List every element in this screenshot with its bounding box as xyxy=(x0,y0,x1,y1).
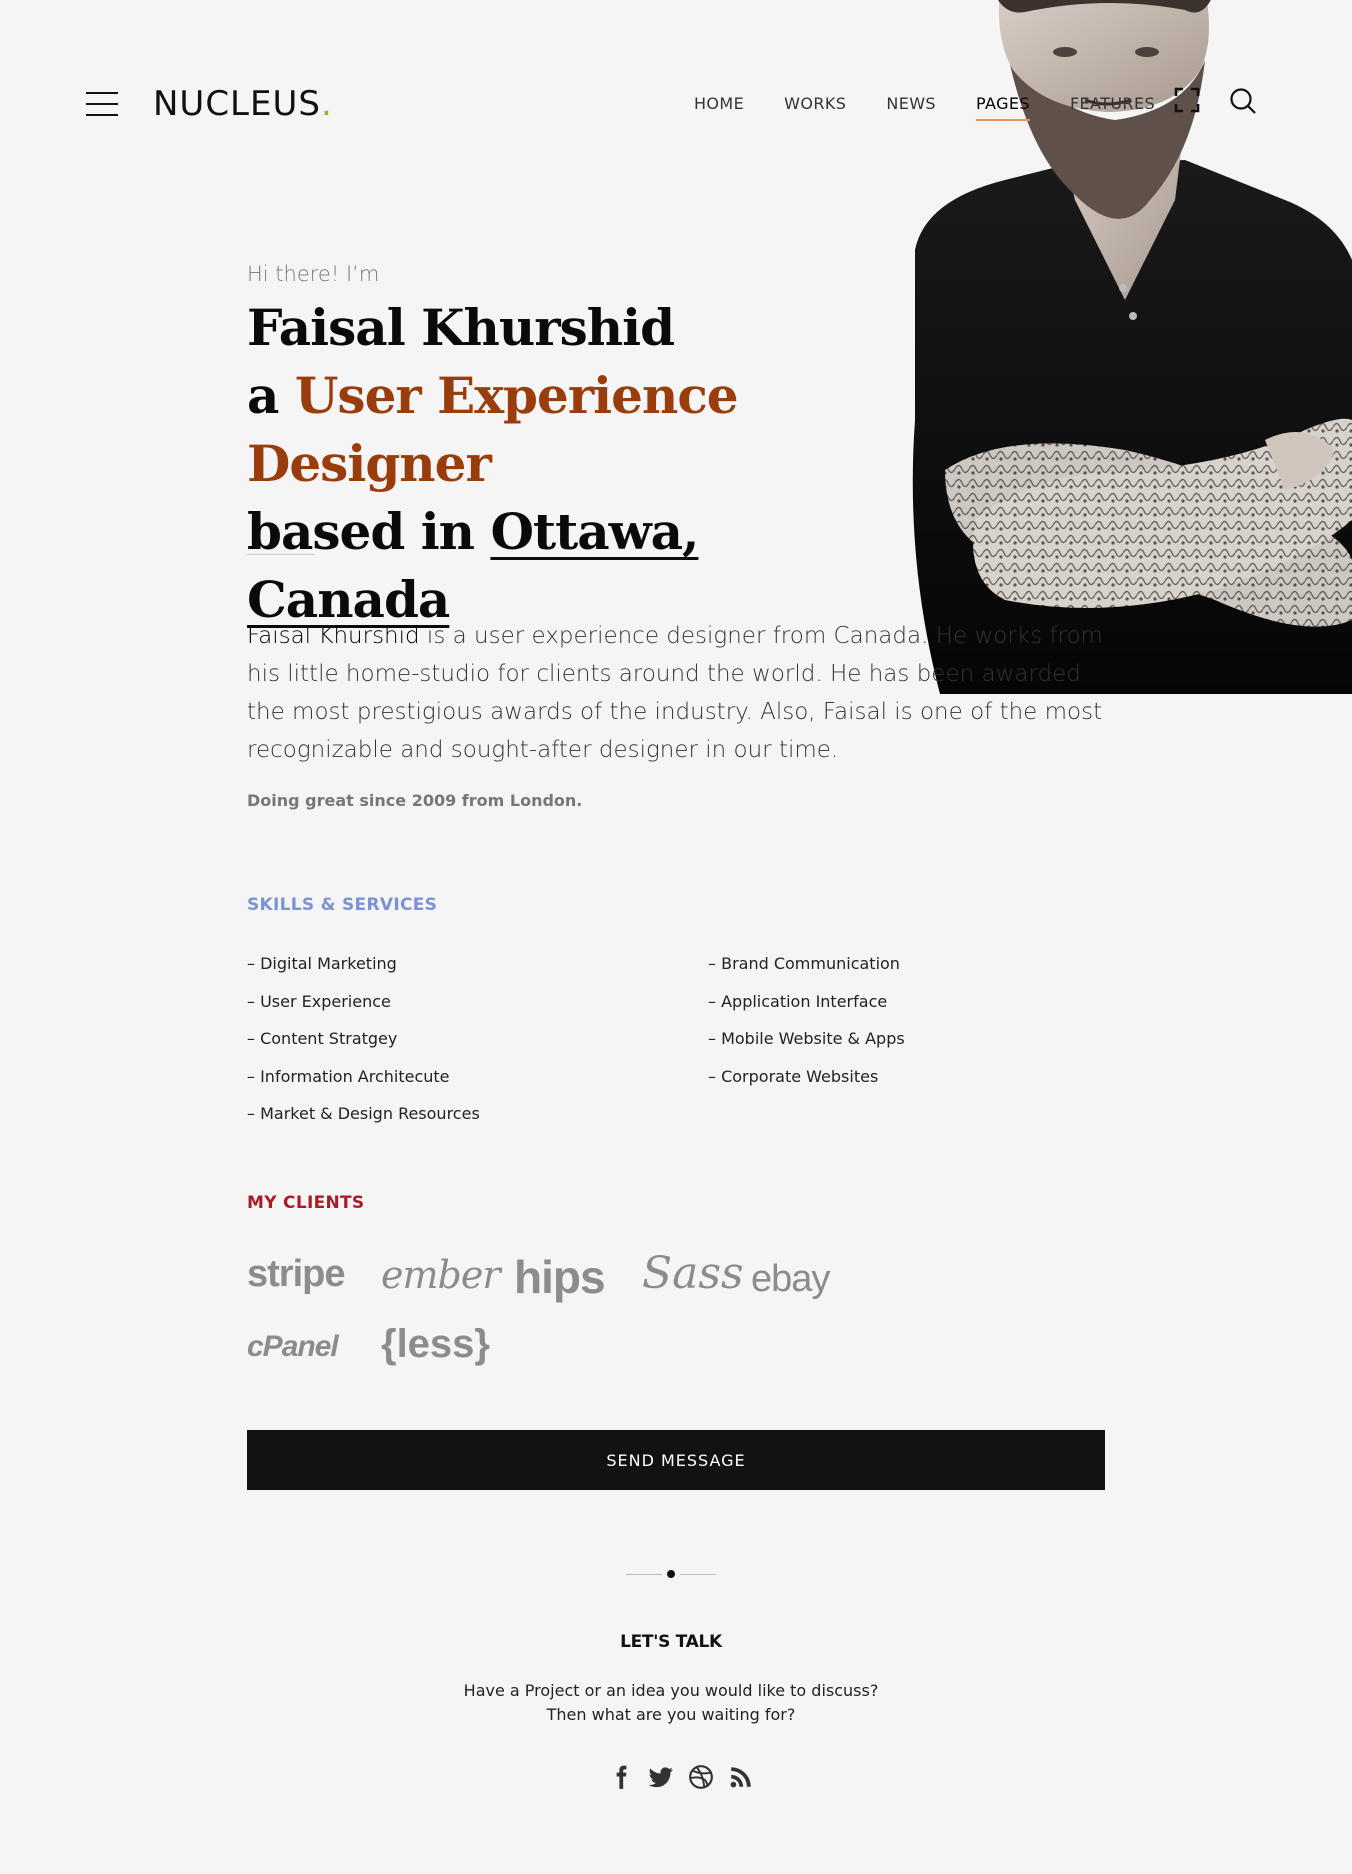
nav-home[interactable]: HOME xyxy=(694,93,744,121)
logo-text: NUCLEUS xyxy=(153,84,321,124)
skill-item: – Application Interface xyxy=(708,991,888,1011)
skill-item: – Information Architecute xyxy=(247,1066,450,1086)
lets-talk-line2: Then what are you waiting for? xyxy=(546,1705,796,1724)
skills-list-right: – Brand Communication – Application Inte… xyxy=(708,952,905,1102)
twitter-icon[interactable] xyxy=(648,1764,674,1790)
skill-item: – Market & Design Resources xyxy=(247,1104,480,1123)
divider-line xyxy=(680,1574,716,1575)
clients-title: MY CLIENTS xyxy=(247,1193,365,1213)
since-note: Doing great since 2009 from London. xyxy=(247,791,583,810)
divider-line xyxy=(626,1574,662,1575)
skill-item: – Mobile Website & Apps xyxy=(708,1029,905,1048)
logo-dot: . xyxy=(320,84,333,124)
facebook-icon[interactable] xyxy=(608,1764,634,1790)
skill-item: – Content Stratgey xyxy=(247,1029,398,1048)
client-logo-hips: hips xyxy=(514,1251,606,1303)
hero-greeting: Hi there! I’m xyxy=(247,262,380,286)
fullscreen-icon[interactable] xyxy=(1174,87,1200,113)
bio-paragraph: Faisal Khurshid is a user experience des… xyxy=(247,617,1107,769)
skills-title: SKILLS & SERVICES xyxy=(247,895,438,915)
client-logo-ebay: ebay xyxy=(751,1258,830,1300)
hero-line2-prefix: a xyxy=(247,366,295,425)
rss-icon[interactable] xyxy=(728,1764,754,1790)
client-logo-sass: Sass xyxy=(642,1248,744,1299)
skill-item: – Brand Communication xyxy=(708,954,900,973)
menu-hamburger-icon[interactable] xyxy=(86,92,118,116)
lets-talk-text: Have a Project or an idea you would like… xyxy=(0,1679,1342,1727)
hero-role: User Experience Designer xyxy=(247,366,739,493)
hero-line3-prefix: based in xyxy=(247,502,491,561)
nav-pages[interactable]: PAGES xyxy=(975,93,1030,121)
nav-features[interactable]: FEATURES xyxy=(1070,93,1155,121)
hamburger-line xyxy=(86,92,118,94)
client-logo-cpanel: cPanel xyxy=(247,1330,339,1363)
lets-talk-line1: Have a Project or an idea you would like… xyxy=(463,1681,879,1700)
skill-item: – Corporate Websites xyxy=(708,1066,879,1086)
send-message-button[interactable]: SEND MESSAGE xyxy=(247,1430,1105,1490)
section-divider xyxy=(247,554,315,555)
nav-news[interactable]: NEWS xyxy=(886,93,936,121)
dot-divider xyxy=(626,1568,716,1580)
hamburger-line xyxy=(86,114,118,116)
skills-list-left: – Digital Marketing – User Experience – … xyxy=(247,952,480,1140)
client-logo-ember: ember xyxy=(381,1253,500,1297)
search-icon[interactable] xyxy=(1229,87,1257,115)
main-nav: HOME WORKS NEWS PAGES FEATURES xyxy=(694,93,1155,121)
client-logo-stripe: stripe xyxy=(247,1253,345,1295)
client-logo-less: {less} xyxy=(381,1322,490,1366)
nav-works[interactable]: WORKS xyxy=(784,93,846,121)
skill-item: – User Experience xyxy=(247,991,391,1011)
dribbble-icon[interactable] xyxy=(688,1764,714,1790)
skill-item: – Digital Marketing xyxy=(247,954,397,973)
hamburger-line xyxy=(86,103,118,105)
hero-name: Faisal Khurshid xyxy=(247,298,675,357)
social-links xyxy=(608,1764,754,1790)
hero-headline: Faisal Khurshid a User Experience Design… xyxy=(247,294,897,634)
divider-dot xyxy=(667,1570,675,1578)
bio-name: Faisal Khurshid xyxy=(247,623,420,649)
site-logo[interactable]: NUCLEUS. xyxy=(153,84,333,124)
lets-talk-title: LET'S TALK xyxy=(620,1632,722,1652)
